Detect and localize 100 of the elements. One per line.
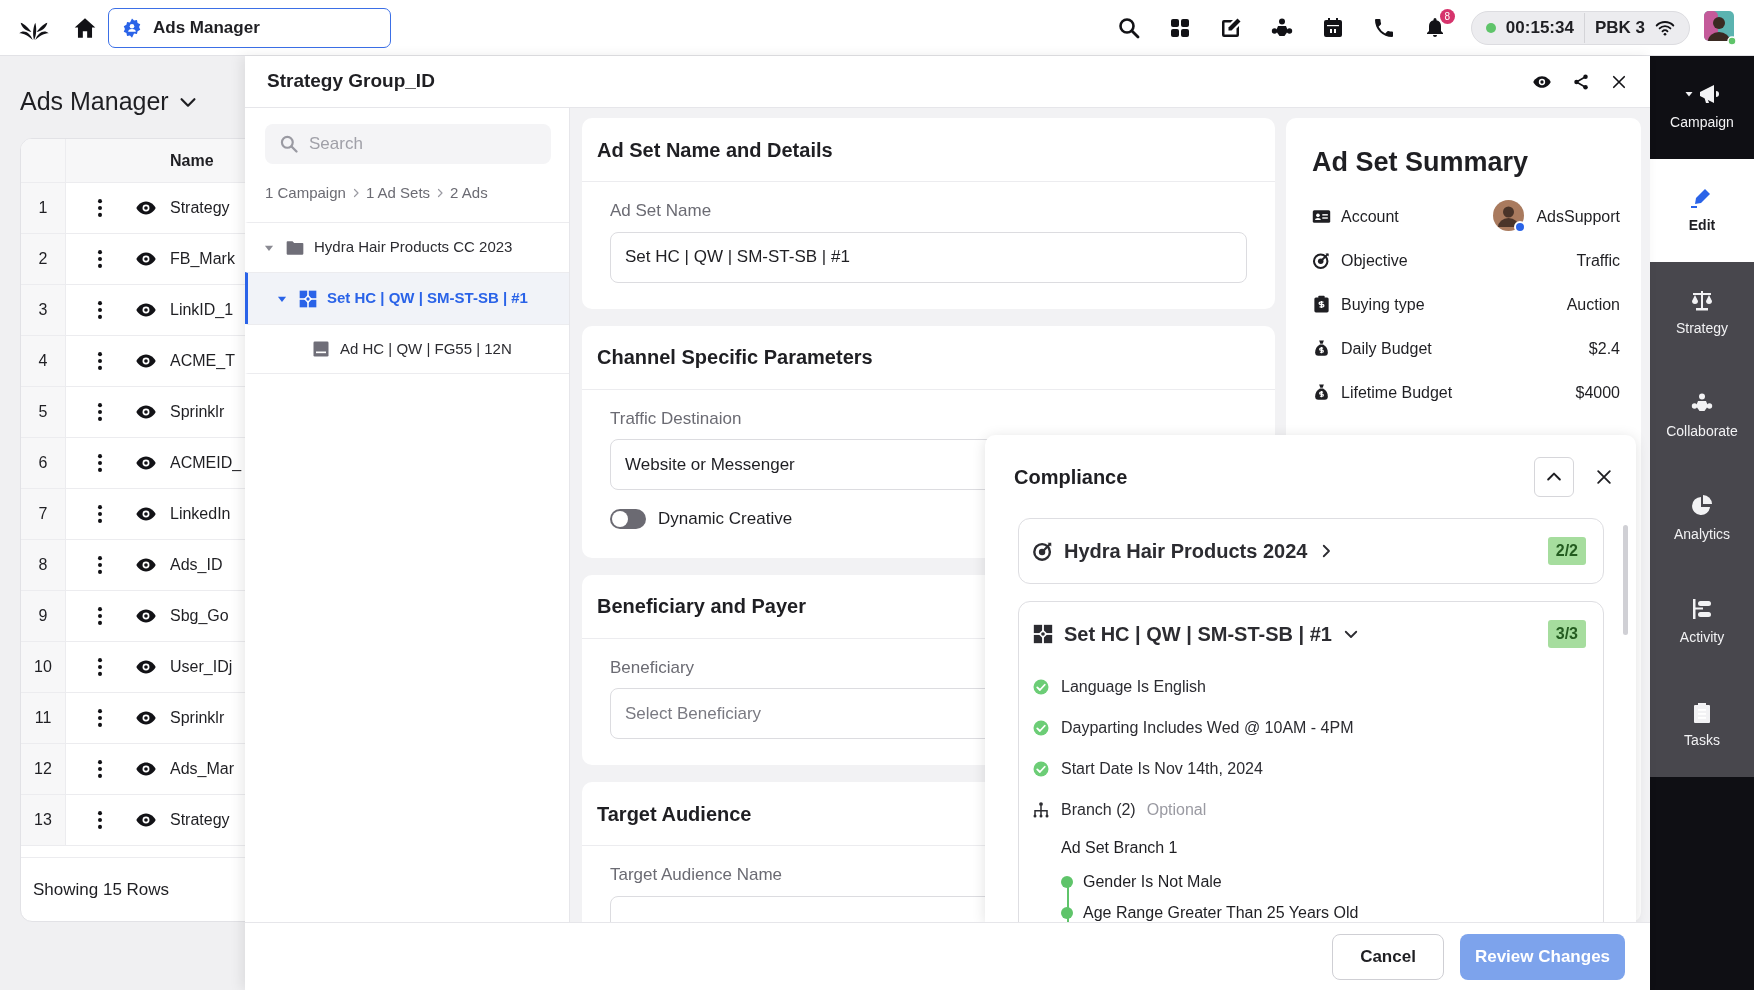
row-count: Showing 15 Rows <box>33 878 170 901</box>
search-field[interactable]: Search <box>265 124 551 164</box>
summary-label: Daily Budget <box>1341 338 1432 359</box>
row-number: 3 <box>38 300 48 320</box>
search-icon <box>279 134 299 154</box>
status-dot <box>1485 22 1496 33</box>
section-title: Ad Set Name and Details <box>582 118 1275 182</box>
tree-item[interactable]: Ad HC | QW | FG55 | 12N <box>245 324 569 374</box>
section-title: Channel Specific Parameters <box>582 325 1275 390</box>
timeline-dot <box>1061 875 1073 888</box>
field-label: Beneficiary <box>610 656 695 679</box>
summary-label: Buying type <box>1341 294 1425 315</box>
rail-tab[interactable]: Strategy <box>1650 262 1754 365</box>
row-number: 2 <box>38 249 48 269</box>
grid-squares-icon <box>298 288 318 309</box>
table-cell-text: LinkedIn <box>170 504 231 524</box>
table-cell-text: Strategy <box>170 198 230 218</box>
toggle-label: Dynamic Creative <box>658 508 793 530</box>
megaphone-icon <box>1697 82 1721 106</box>
row-number: 9 <box>38 606 48 626</box>
app-switcher[interactable]: Ads Manager <box>108 7 391 48</box>
table-cell-text: Strategy <box>170 810 230 830</box>
branch-icon <box>1032 800 1050 819</box>
user-avatar[interactable] <box>1704 10 1736 45</box>
breadcrumb-item[interactable]: 1 Ad Sets <box>365 181 431 205</box>
summary-value: Auction <box>1566 294 1620 315</box>
summary-label: Account <box>1341 206 1399 227</box>
row-number: 7 <box>38 504 48 524</box>
row-number: 4 <box>38 351 48 371</box>
input-field[interactable]: Set HC | QW | SM-ST-SB | #1 <box>610 231 1247 283</box>
breadcrumb-item[interactable]: 2 Ads <box>450 181 488 205</box>
gear-icon <box>121 16 143 39</box>
rail-tab[interactable]: Edit <box>1650 159 1754 262</box>
panel-title: Compliance <box>1014 464 1129 490</box>
account-avatar <box>1493 200 1527 233</box>
count-badge: 3/3 <box>1547 620 1586 648</box>
rail-tab[interactable]: Activity <box>1650 571 1754 674</box>
dollar-clipboard-icon <box>1312 295 1331 314</box>
summary-label: Objective <box>1341 250 1408 271</box>
breadcrumb-item[interactable]: 1 Campaign <box>265 181 346 205</box>
share-icon[interactable] <box>1572 72 1590 91</box>
column-header: Name <box>170 150 214 171</box>
summary-value: $2.4 <box>1588 338 1620 359</box>
call-status-pill[interactable]: 00:15:34 PBK 3 <box>1470 10 1690 45</box>
money-bag-icon <box>1312 339 1331 358</box>
field-label: Traffic Destinaion <box>610 407 742 430</box>
target-icon <box>1312 251 1331 270</box>
branch-label: Branch (2) <box>1061 799 1136 820</box>
optional-note: Optional <box>1146 799 1207 820</box>
page-title: Ads Manager <box>20 86 169 118</box>
row-number: 6 <box>38 453 48 473</box>
table-cell-text: Ads_Mar <box>170 759 235 779</box>
timeline-dot <box>1061 906 1073 919</box>
rail-tab[interactable]: Collaborate <box>1650 365 1754 468</box>
drawer-title: Strategy Group_ID <box>267 69 436 94</box>
summary-value: AdsSupport <box>1536 206 1620 227</box>
field-label: Target Audience Name <box>610 864 782 886</box>
pie-chart-icon <box>1690 494 1714 518</box>
table-cell-text: ACMEID_ <box>170 453 242 473</box>
row-number: 1 <box>38 198 48 218</box>
row-number: 8 <box>38 555 48 575</box>
rule-text: Start Date Is Nov 14th, 2024 <box>1061 758 1263 779</box>
row-number: 12 <box>34 759 52 779</box>
summary-title: Ad Set Summary <box>1312 146 1530 179</box>
table-cell-text: ACME_T <box>170 351 235 371</box>
row-number: 10 <box>34 657 52 677</box>
call-timer: 00:15:34 <box>1505 16 1574 39</box>
condition-text: Age Range Greater Than 25 Years Old <box>1083 902 1359 922</box>
search-icon[interactable] <box>1116 15 1141 40</box>
table-cell-text: User_IDj <box>170 657 233 677</box>
activity-icon <box>1690 597 1714 621</box>
row-number: 13 <box>34 810 52 830</box>
toggle-switch[interactable] <box>610 508 646 529</box>
table-cell-text: Ads_ID <box>170 555 223 575</box>
summary-value: Traffic <box>1576 250 1620 271</box>
table-cell-text: Sprinklr <box>170 708 225 728</box>
notification-badge: 8 <box>1439 8 1455 24</box>
collapse-button[interactable] <box>1534 456 1574 497</box>
cancel-button[interactable]: Cancel <box>1332 933 1444 980</box>
target-icon <box>1032 540 1054 562</box>
scales-icon <box>1690 288 1714 312</box>
id-card-icon <box>1312 207 1331 226</box>
money-bag-icon <box>1312 383 1331 402</box>
table-cell-text: Sprinklr <box>170 402 225 422</box>
field-label: Ad Set Name <box>610 200 712 222</box>
tree-item[interactable]: Set HC | QW | SM-ST-SB | #1 <box>245 272 569 324</box>
table-cell-text: Sbg_Go <box>170 606 229 626</box>
scrollbar[interactable] <box>1623 525 1628 635</box>
rail-tab[interactable]: Analytics <box>1650 468 1754 571</box>
summary-label: Lifetime Budget <box>1341 382 1453 403</box>
rail-tab[interactable]: Tasks <box>1650 674 1754 777</box>
grid-squares-icon <box>1032 623 1054 645</box>
row-number: 11 <box>34 708 52 728</box>
condition-text: Gender Is Not Male <box>1083 871 1222 892</box>
group-title: Hydra Hair Products 2024 <box>1064 539 1308 564</box>
workspace-label: PBK 3 <box>1594 16 1645 39</box>
summary-value: $4000 <box>1575 382 1620 403</box>
table-cell-text: LinkID_1 <box>170 300 234 320</box>
table-cell-text: FB_Mark <box>170 249 235 269</box>
count-badge: 2/2 <box>1547 537 1586 565</box>
